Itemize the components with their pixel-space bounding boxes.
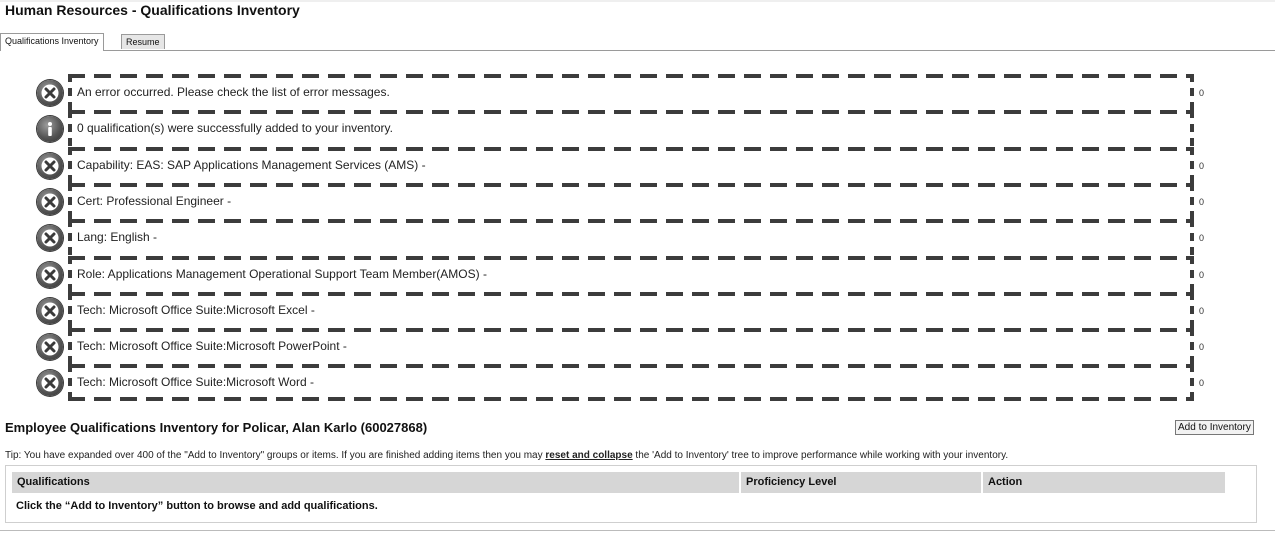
add-to-inventory-button[interactable]: Add to Inventory: [1175, 420, 1254, 435]
dashed-separator: [68, 147, 1194, 151]
message-box: [68, 183, 1194, 219]
message-row: Tech: Microsoft Office Suite:Microsoft P…: [0, 328, 1275, 364]
dashed-separator: [68, 74, 1194, 78]
message-text: Cert: Professional Engineer -: [77, 194, 232, 208]
message-row: Tech: Microsoft Office Suite:Microsoft E…: [0, 292, 1275, 328]
tab-bar: Qualifications Inventory Resume: [0, 33, 1275, 51]
message-text: An error occurred. Please check the list…: [77, 85, 390, 99]
bottom-border: [0, 530, 1275, 531]
message-box: [68, 219, 1194, 255]
error-icon: [37, 334, 63, 360]
message-count: 0: [1199, 233, 1205, 243]
dashed-separator: [68, 256, 1194, 260]
column-header-action: Action: [988, 476, 1023, 488]
message-count: 0: [1199, 197, 1205, 207]
dashed-separator: [68, 292, 1194, 296]
error-icon: [37, 262, 63, 288]
info-icon: [37, 116, 63, 142]
dashed-separator: [68, 328, 1194, 332]
message-row: An error occurred. Please check the list…: [0, 74, 1275, 110]
tip-text: Tip: You have expanded over 400 of the "…: [5, 450, 1008, 461]
message-row: Capability: EAS: SAP Applications Manage…: [0, 147, 1275, 183]
message-count: 0: [1199, 161, 1205, 171]
empty-inventory-message: Click the “Add to Inventory” button to b…: [16, 500, 378, 512]
tab-qualifications-inventory[interactable]: Qualifications Inventory: [0, 33, 104, 51]
dashed-separator: [68, 183, 1194, 187]
message-text: 0 qualification(s) were successfully add…: [77, 121, 393, 135]
error-icon: [37, 225, 63, 251]
tip-text-start: Tip: You have expanded over 400 of the "…: [5, 450, 546, 461]
message-row: 0 qualification(s) were successfully add…: [0, 110, 1275, 146]
dashed-separator: [68, 397, 1194, 401]
page-title: Human Resources - Qualifications Invento…: [5, 2, 300, 18]
message-row: Lang: English - 0: [0, 219, 1275, 255]
dashed-separator: [68, 110, 1194, 114]
error-icon: [37, 298, 63, 324]
message-row: Role: Applications Management Operationa…: [0, 256, 1275, 292]
message-text: Lang: English -: [77, 230, 158, 244]
inventory-table-header: Qualifications Proficiency Level Action: [12, 472, 1225, 493]
column-header-qualifications: Qualifications: [17, 476, 90, 488]
message-text: Capability: EAS: SAP Applications Manage…: [77, 158, 426, 172]
inventory-table: Qualifications Proficiency Level Action …: [5, 465, 1257, 523]
message-count: 0: [1199, 270, 1205, 280]
message-text: Tech: Microsoft Office Suite:Microsoft E…: [77, 303, 315, 317]
error-icon: [37, 189, 63, 215]
inventory-title: Employee Qualifications Inventory for Po…: [5, 420, 428, 435]
message-row: Tech: Microsoft Office Suite:Microsoft W…: [0, 364, 1275, 400]
error-icon: [37, 80, 63, 106]
dashed-separator: [68, 364, 1194, 368]
reset-and-collapse-link[interactable]: reset and collapse: [545, 450, 632, 461]
error-icon: [37, 153, 63, 179]
message-text: Role: Applications Management Operationa…: [77, 267, 487, 281]
message-text: Tech: Microsoft Office Suite:Microsoft P…: [77, 339, 347, 353]
message-row: Cert: Professional Engineer - 0: [0, 183, 1275, 219]
error-icon: [37, 370, 63, 396]
message-count: 0: [1199, 88, 1205, 98]
message-count: 0: [1199, 378, 1205, 388]
tab-resume[interactable]: Resume: [121, 34, 165, 49]
message-count: 0: [1199, 342, 1205, 352]
dashed-separator: [68, 219, 1194, 223]
column-header-proficiency-level: Proficiency Level: [746, 476, 837, 488]
message-count: 0: [1199, 306, 1205, 316]
tip-text-end: the 'Add to Inventory' tree to improve p…: [632, 450, 1009, 461]
message-text: Tech: Microsoft Office Suite:Microsoft W…: [77, 375, 314, 389]
